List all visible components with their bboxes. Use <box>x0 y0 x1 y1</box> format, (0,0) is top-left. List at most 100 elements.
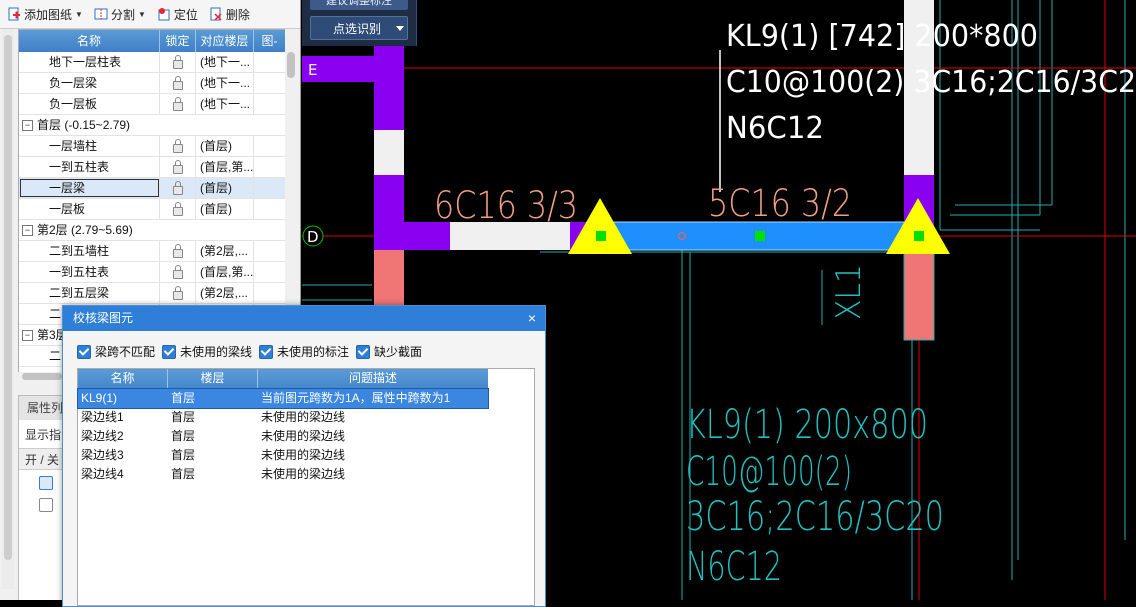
lock-cell[interactable] <box>160 73 196 93</box>
floor-cell: (地下一... <box>196 52 254 72</box>
pick-identify-button[interactable]: 点选识别 <box>310 16 408 40</box>
checkbox-unused-annotations[interactable]: 未使用的标注 <box>259 343 349 360</box>
lock-icon[interactable] <box>172 139 183 153</box>
lock-cell[interactable] <box>160 199 196 219</box>
property-checkbox-1[interactable] <box>39 476 53 490</box>
problem-name-cell: KL9(1) <box>81 391 118 405</box>
tree-row-label: 二 <box>49 307 62 321</box>
problem-row[interactable]: 梁边线2 首层 未使用的梁边线 <box>78 427 488 446</box>
chevron-down-icon[interactable]: ▼ <box>75 10 83 19</box>
col-floor-header[interactable]: 对应楼层 <box>196 30 254 52</box>
lock-icon[interactable] <box>172 55 183 69</box>
figure-cell <box>254 178 285 198</box>
tree-row[interactable]: 地下一层柱表 (地下一... <box>19 52 285 73</box>
lock-cell[interactable] <box>160 178 196 198</box>
check-icon[interactable] <box>162 344 176 359</box>
adjust-annotation-button[interactable]: 建议调整标注 <box>310 0 408 10</box>
locate-label: 定位 <box>173 7 198 22</box>
tree-row-name: 二到五层梁 <box>19 283 160 303</box>
lock-cell[interactable] <box>160 262 196 282</box>
add-drawing-button[interactable]: 添加图纸 ▼ <box>3 3 87 25</box>
collapse-icon[interactable]: − <box>22 330 33 342</box>
floor-cell: (首层) <box>196 199 254 219</box>
tree-row[interactable]: 负一层板 (地下一... <box>19 94 285 115</box>
lock-cell[interactable] <box>160 136 196 156</box>
collapse-icon[interactable]: − <box>22 225 33 237</box>
tree-row[interactable]: 二到五墙柱 (第2层,... <box>19 241 285 262</box>
checkbox-unused-beam-lines[interactable]: 未使用的梁线 <box>162 343 252 360</box>
tree-group-row[interactable]: − 首层 (-0.15~2.79) <box>19 115 285 136</box>
tree-row-label: 二 <box>49 349 62 363</box>
problem-floor-cell: 首层 <box>171 429 196 443</box>
floor-cell: (首层) <box>196 178 254 198</box>
lock-icon[interactable] <box>172 160 183 174</box>
display-label: 显示指 <box>25 428 62 442</box>
tree-row[interactable]: 负一层梁 (地下一... <box>19 73 285 94</box>
check-icon[interactable] <box>77 344 91 359</box>
midpoint-grip[interactable] <box>755 231 765 241</box>
chevron-down-icon[interactable] <box>396 26 404 31</box>
tree-group-row[interactable]: − 第2层 (2.79~5.69) <box>19 220 285 241</box>
col-floor-header[interactable]: 楼层 <box>168 369 258 388</box>
svg-text:KL9(1) 200x800: KL9(1) 200x800 <box>686 402 928 448</box>
tree-row[interactable]: 二到五层梁 (第2层,... <box>19 283 285 304</box>
chevron-down-icon[interactable]: ▼ <box>138 10 146 19</box>
close-icon[interactable]: × <box>521 306 543 331</box>
floor-cell: (地下一... <box>196 73 254 93</box>
xl1-label: XL1 <box>829 264 869 320</box>
tree-header: 名称 锁定 对应楼层 图- <box>19 30 285 52</box>
lock-icon[interactable] <box>172 97 183 111</box>
lock-icon[interactable] <box>172 202 183 216</box>
delete-button[interactable]: 删除 <box>205 3 254 25</box>
figure-cell <box>254 241 285 261</box>
locate-button[interactable]: 定位 <box>153 3 202 25</box>
problem-name-cell: 梁边线1 <box>81 410 124 424</box>
property-checkbox-2[interactable] <box>39 498 53 512</box>
check-icon[interactable] <box>259 344 273 359</box>
panel-scrollbar-thumb[interactable] <box>4 35 12 560</box>
tree-row[interactable]: 一层梁 (首层) <box>19 178 285 199</box>
lock-icon[interactable] <box>172 76 183 90</box>
lock-icon[interactable] <box>172 265 183 279</box>
col-figure-header[interactable]: 图- <box>254 30 285 52</box>
split-button[interactable]: 分割 ▼ <box>90 3 150 25</box>
problem-desc-cell: 未使用的梁边线 <box>261 410 346 424</box>
problem-floor-cell: 首层 <box>171 467 196 481</box>
tree-row[interactable]: 一到五柱表 (首层,第... <box>19 262 285 283</box>
tree-row-label: 地下一层柱表 <box>49 55 122 69</box>
checkbox-span-mismatch[interactable]: 梁跨不匹配 <box>77 343 155 360</box>
problem-row[interactable]: 梁边线4 首层 未使用的梁边线 <box>78 465 488 484</box>
problem-row[interactable]: KL9(1) 首层 当前图元跨数为1A，属性中跨数为1 <box>77 388 489 409</box>
lock-icon[interactable] <box>172 244 183 258</box>
col-name-header[interactable]: 名称 <box>19 30 160 52</box>
figure-cell <box>254 199 285 219</box>
check-icon[interactable] <box>356 344 370 359</box>
collapse-icon[interactable]: − <box>22 120 33 132</box>
col-lock-header[interactable]: 锁定 <box>160 30 196 52</box>
figure-cell <box>254 262 285 282</box>
tree-row[interactable]: 一层墙柱 (首层) <box>19 136 285 157</box>
tree-row[interactable]: 一层板 (首层) <box>19 199 285 220</box>
problem-list-header: 名称 楼层 问题描述 <box>78 369 488 388</box>
svg-text:N6C12: N6C12 <box>726 111 824 146</box>
split-label: 分割 <box>110 7 135 22</box>
lock-icon[interactable] <box>172 286 183 300</box>
floor-cell: (第2层,... <box>196 283 254 303</box>
lock-icon[interactable] <box>172 181 183 195</box>
tree-row[interactable]: 一到五柱表 (首层,第... <box>19 157 285 178</box>
lock-cell[interactable] <box>160 94 196 114</box>
lock-cell[interactable] <box>160 283 196 303</box>
problem-row[interactable]: 梁边线1 首层 未使用的梁边线 <box>78 408 488 427</box>
problem-row[interactable]: 梁边线3 首层 未使用的梁边线 <box>78 446 488 465</box>
problem-floor-cell: 首层 <box>171 391 196 405</box>
lock-cell[interactable] <box>160 52 196 72</box>
tree-horizontal-scrollbar-thumb[interactable] <box>22 373 62 380</box>
floor-cell: (地下一... <box>196 94 254 114</box>
floor-cell: (首层,第... <box>196 157 254 177</box>
col-desc-header[interactable]: 问题描述 <box>258 369 488 388</box>
col-name-header[interactable]: 名称 <box>78 369 168 388</box>
checkbox-missing-section[interactable]: 缺少截面 <box>356 343 422 360</box>
lock-cell[interactable] <box>160 157 196 177</box>
tree-scrollbar-thumb[interactable] <box>287 52 295 78</box>
lock-cell[interactable] <box>160 241 196 261</box>
